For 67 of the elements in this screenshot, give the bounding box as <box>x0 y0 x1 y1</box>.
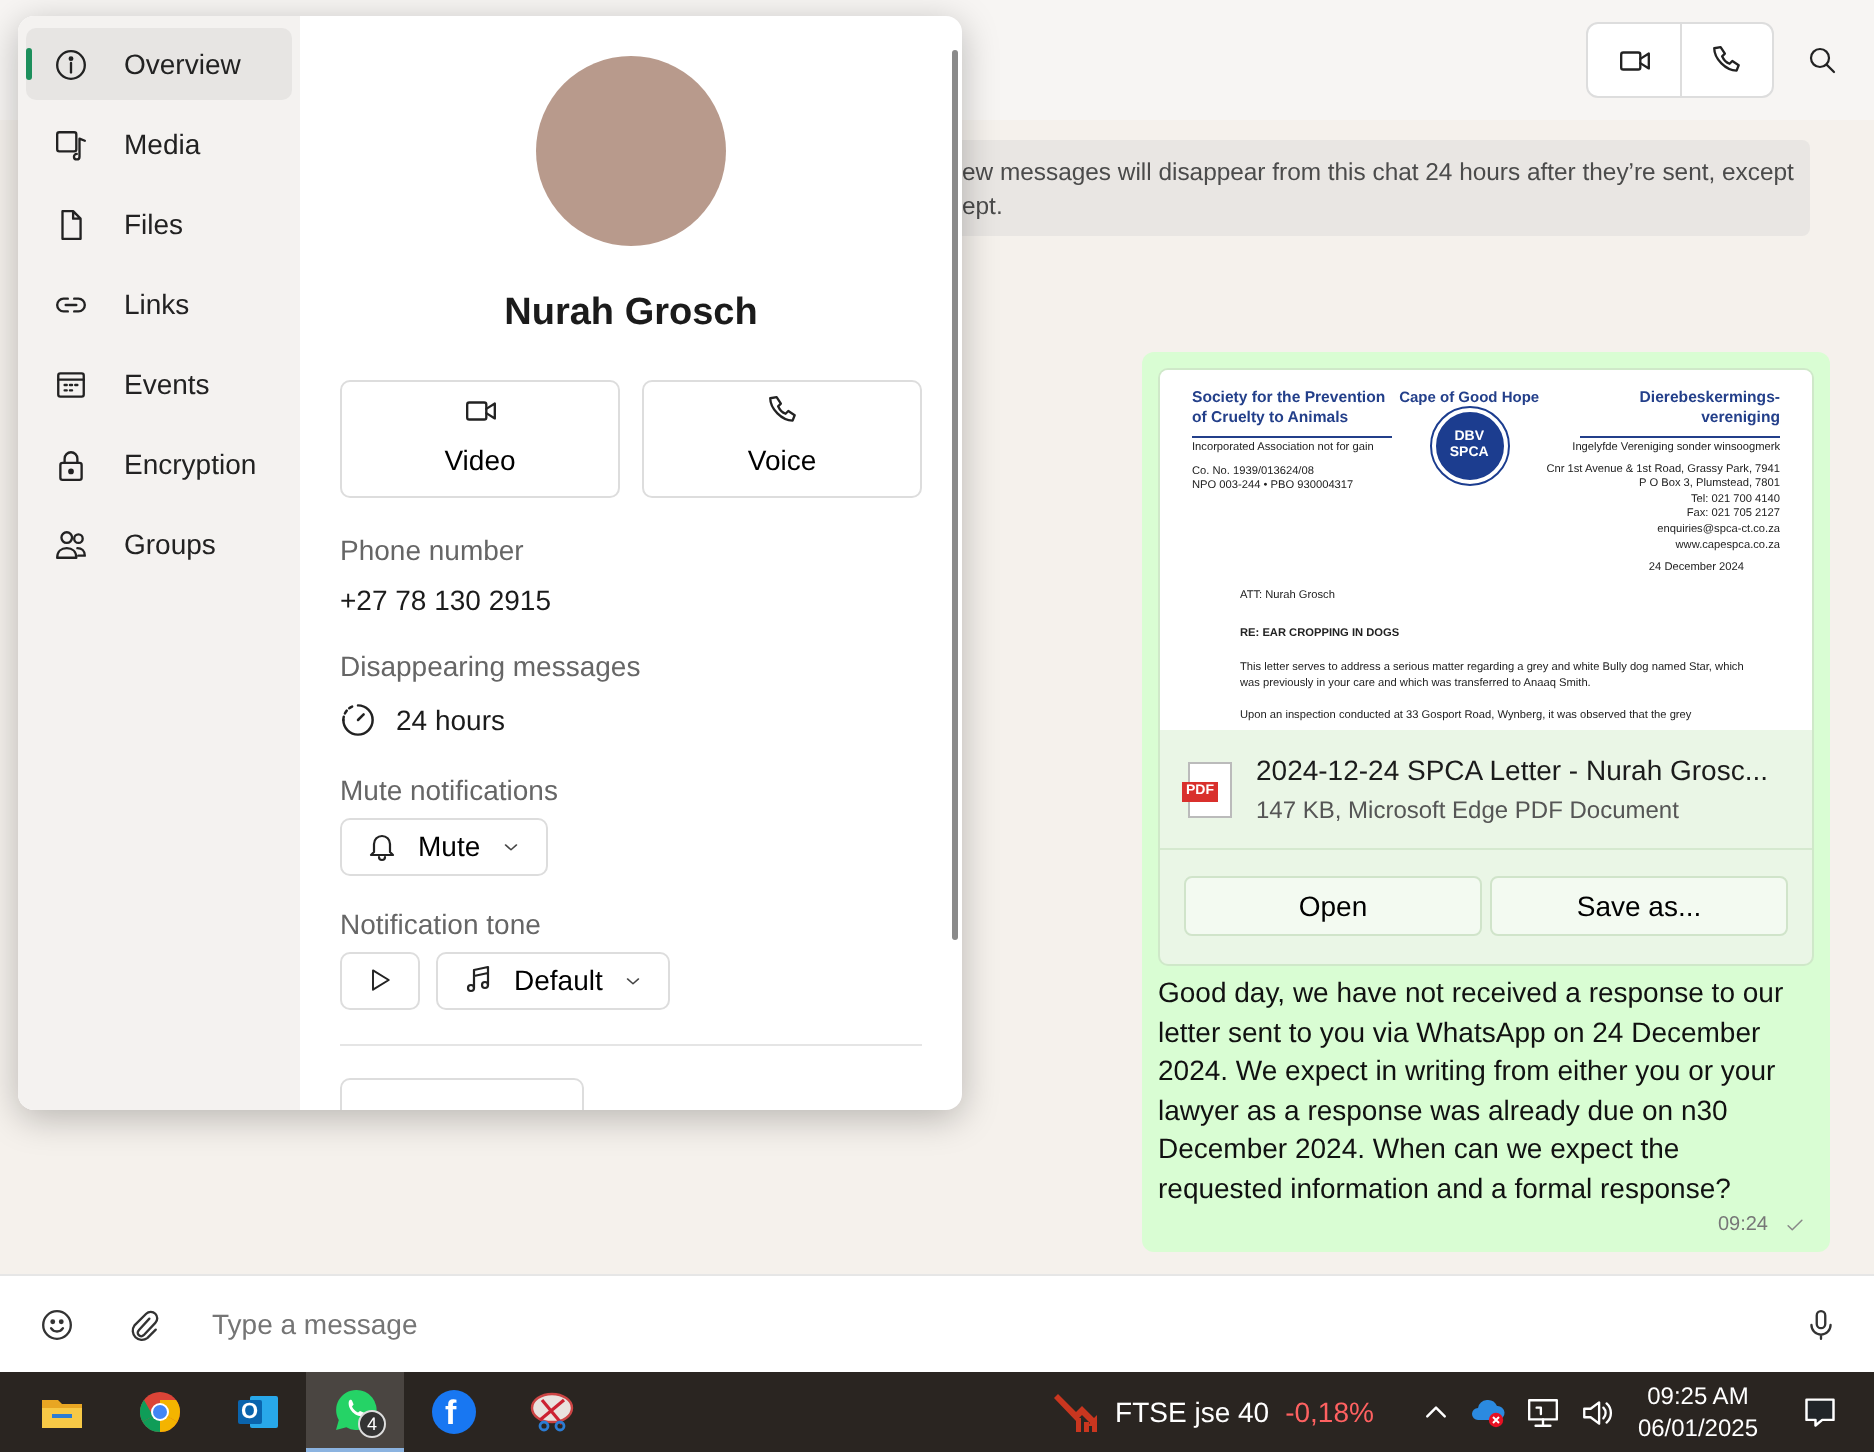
notifications-button[interactable] <box>1802 1394 1838 1430</box>
notice-text: ept. <box>962 190 1005 224</box>
falling-chart-icon <box>1051 1388 1100 1436</box>
calendar-icon <box>54 367 88 401</box>
network-icon <box>1525 1395 1560 1429</box>
microphone-button[interactable] <box>1804 1307 1838 1341</box>
play-icon <box>366 966 394 994</box>
bell-icon <box>366 830 398 862</box>
message-time: 09:24 <box>1717 1211 1768 1240</box>
sidebar-item[interactable]: Groups <box>26 508 292 580</box>
microphone-icon <box>1804 1307 1838 1341</box>
sidebar-item[interactable]: Encryption <box>26 428 292 500</box>
phone-icon <box>765 394 799 428</box>
save-as-button[interactable]: Save as... <box>1490 876 1788 936</box>
clock-date: 06/01/2025 <box>1637 1412 1758 1444</box>
taskbar-app-button[interactable]: f <box>404 1372 502 1452</box>
sidebar-item[interactable]: Events <box>26 348 292 420</box>
sidebar-item[interactable]: Overview <box>26 28 292 100</box>
paperclip-icon <box>126 1307 160 1341</box>
sidebar-item[interactable]: Files <box>26 188 292 260</box>
search-button[interactable] <box>1806 44 1838 76</box>
stock-change: -0,18% <box>1285 1393 1374 1431</box>
media-icon <box>54 127 88 161</box>
logo-letter: f <box>445 1396 457 1430</box>
file-details: 147 KB, Microsoft Edge PDF Document <box>1256 794 1681 828</box>
play-tone-button[interactable] <box>340 951 420 1009</box>
field-label: Mute notifications <box>340 771 560 809</box>
search-icon <box>1806 44 1838 76</box>
stock-widget[interactable]: FTSE jse 40 -0,18% <box>1051 1388 1374 1436</box>
speaker-icon <box>1579 1395 1614 1429</box>
disappearing-duration: 24 hours <box>396 701 505 739</box>
cloud-error-icon <box>1469 1396 1506 1428</box>
message-text: Good day, we have not received a response to our letter sent to you via WhatsApp on 24 December 2024. We expect in writing from either you or your lawyer as a response was already due on n30 December 2024. When can we expect the requested information and a formal response? <box>1158 974 1786 1208</box>
timer-icon <box>340 702 376 738</box>
file-name: 2024-12-24 SPCA Letter - Nurah Grosc... <box>1256 752 1769 790</box>
tone-dropdown[interactable]: Default <box>436 951 671 1009</box>
phone-icon <box>1710 43 1744 77</box>
lock-icon <box>54 447 88 481</box>
phone-number: +27 78 130 2915 <box>340 581 553 619</box>
notice-text: ew messages will disappear from this chat 24 hours after they’re sent, except <box>962 156 1794 190</box>
clock-time: 09:25 AM <box>1645 1380 1751 1412</box>
attach-button[interactable] <box>126 1307 160 1341</box>
sidebar-item[interactable]: Media <box>26 108 292 180</box>
logo-letter: O <box>241 1402 259 1424</box>
field-label: Phone number <box>340 531 526 569</box>
taskbar-app-button[interactable]: 4 <box>306 1372 404 1452</box>
stock-name: FTSE jse 40 <box>1115 1393 1270 1432</box>
field-label: Notification tone <box>340 905 543 943</box>
field-label: Disappearing messages <box>340 647 643 686</box>
taskbar-app-button[interactable]: O <box>208 1372 306 1452</box>
browser-icon <box>135 1388 183 1436</box>
snipping-tool-icon <box>527 1388 575 1436</box>
emoji-button[interactable] <box>40 1307 74 1341</box>
open-button[interactable]: Open <box>1184 876 1482 936</box>
sidebar-item[interactable]: Links <box>26 268 292 340</box>
mute-dropdown[interactable]: Mute <box>340 817 549 875</box>
video-call-button[interactable]: Video <box>340 379 620 497</box>
social-app-icon <box>429 1388 477 1436</box>
voice-call-button[interactable]: Voice <box>642 379 922 497</box>
contact-name: Nurah Grosch <box>502 290 760 338</box>
emoji-icon <box>40 1307 74 1341</box>
message-icon <box>1802 1394 1838 1430</box>
notification-badge: 4 <box>358 1410 386 1438</box>
people-icon <box>54 527 88 561</box>
music-note-icon <box>462 964 494 996</box>
message-input[interactable]: Type a message <box>212 1303 1752 1345</box>
info-icon <box>54 47 88 81</box>
